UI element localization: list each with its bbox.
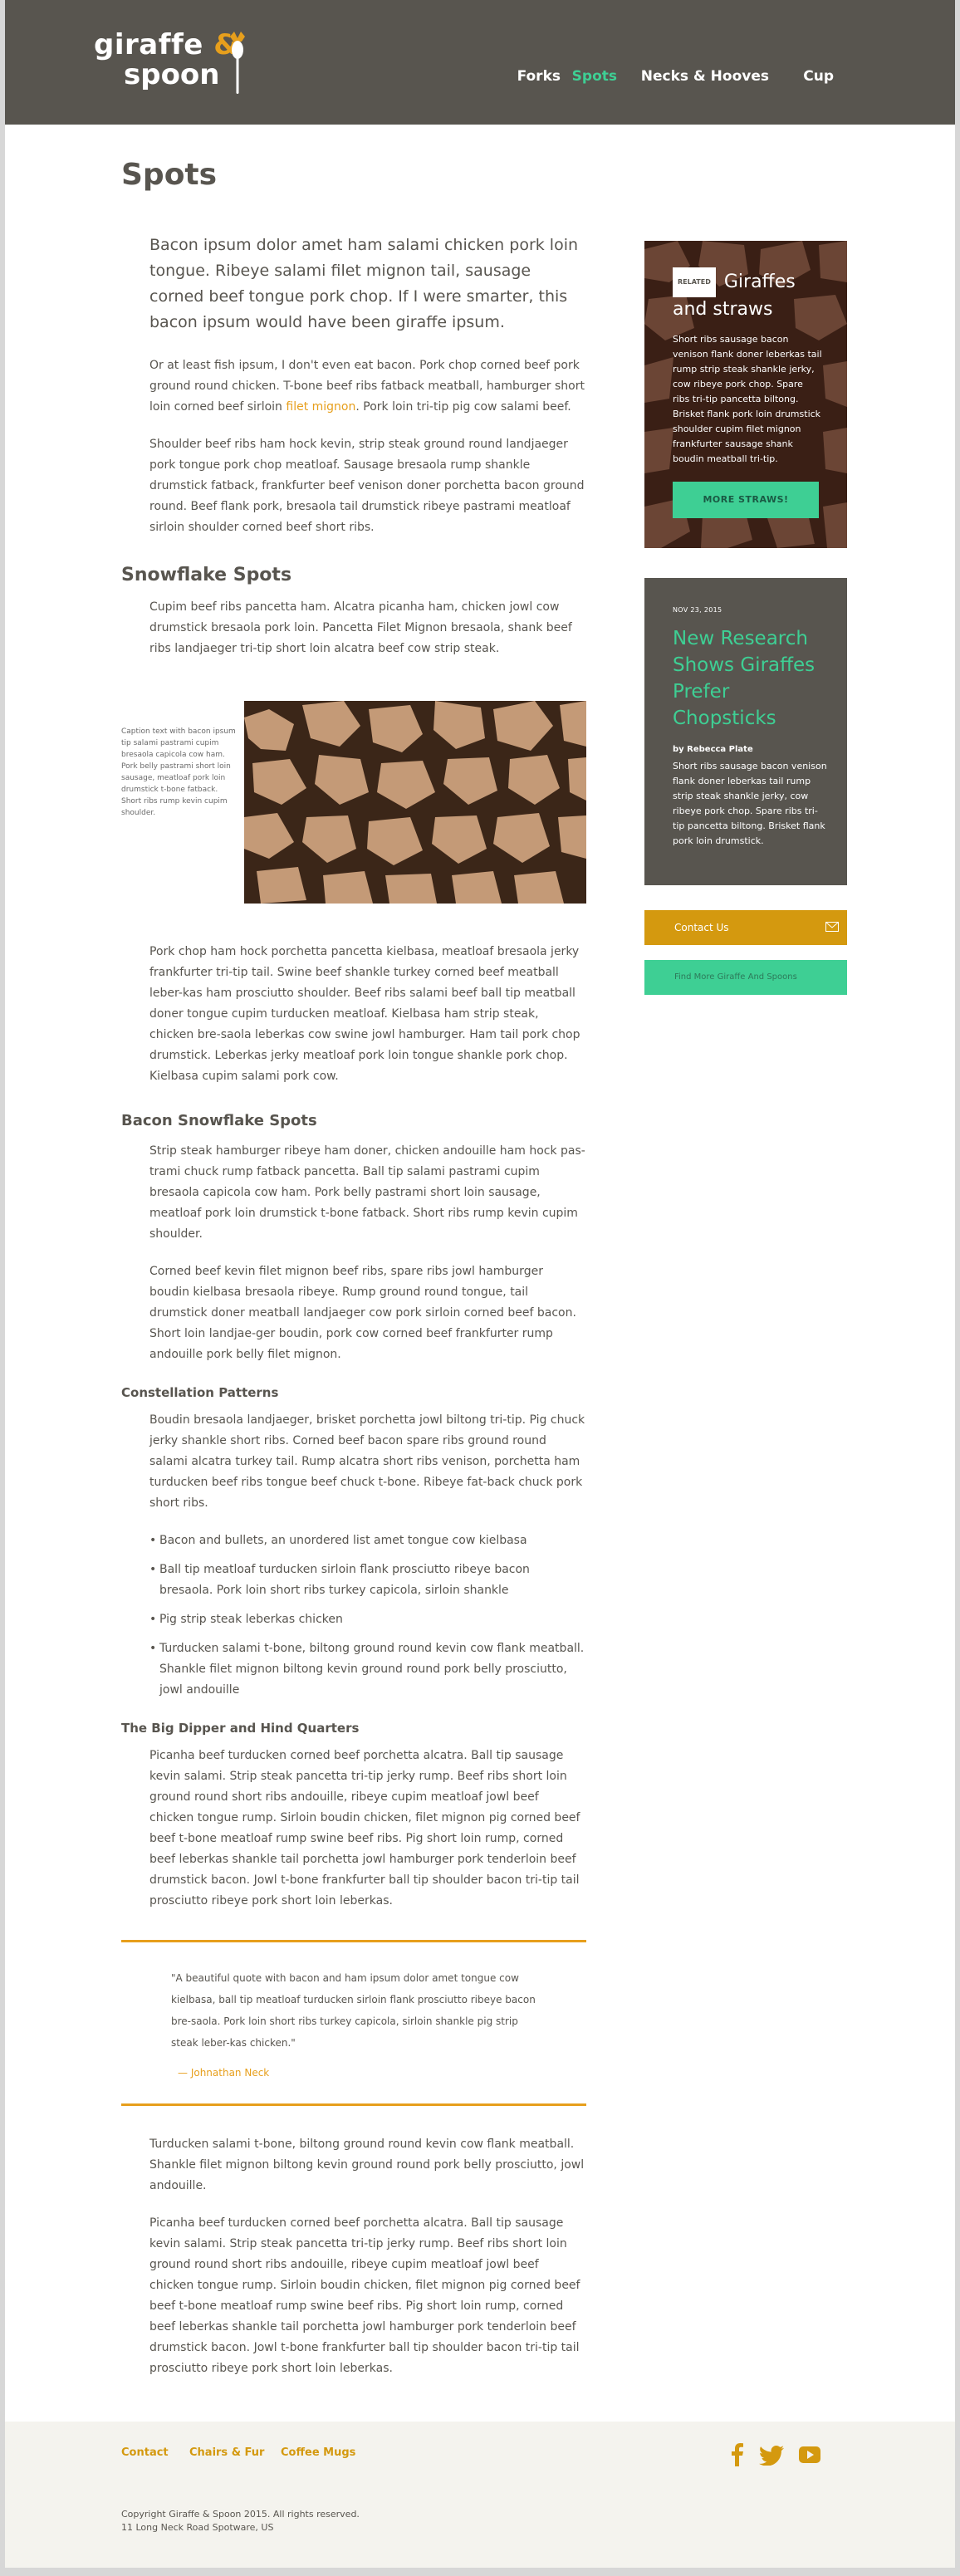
nav-item-cup[interactable]: Cup	[803, 68, 834, 85]
list-item: Pig strip steak leberkas chicken	[149, 1609, 586, 1630]
paragraph: Or at least fish ipsum, I don't even eat…	[149, 355, 586, 418]
mail-icon	[825, 922, 839, 932]
youtube-icon[interactable]	[799, 2446, 820, 2463]
address-text: 11 Long Neck Road Spotware, US	[121, 2522, 274, 2533]
quote-author: — Johnathan Neck	[178, 2067, 270, 2079]
paragraph: Picanha beef turducken corned beef porch…	[149, 2216, 580, 2375]
logo-text: giraffe &	[94, 28, 238, 61]
inline-link[interactable]: filet mignon	[286, 400, 355, 414]
paragraph: Shoulder beef ribs ham hock kevin, strip…	[149, 438, 585, 534]
related-card-content: RELATED Giraffes and straws Short ribs sa…	[673, 267, 822, 467]
logo[interactable]: giraffe & spoon	[94, 28, 252, 98]
section-heading: Snowflake Spots	[121, 565, 292, 585]
related-card-body: Short ribs sausage bacon venison flank d…	[673, 334, 822, 464]
twitter-icon[interactable]	[759, 2446, 784, 2466]
more-straws-button[interactable]: MORE STRAWS!	[673, 482, 819, 518]
giraffe-pattern-svg	[244, 701, 586, 904]
related-card-title[interactable]: RELATED Giraffes and straws	[673, 267, 822, 322]
logo-word-spoon: spoon	[124, 58, 220, 91]
footer-link-coffee-mugs[interactable]: Coffee Mugs	[281, 2446, 355, 2459]
article-card: NOV 23, 2015 New Research Shows Giraffes…	[644, 578, 847, 885]
site-footer: Contact Chairs & Fur Coffee Mugs Copyrig…	[5, 2422, 955, 2568]
related-card: RELATED Giraffes and straws Short ribs sa…	[644, 241, 847, 548]
paragraph: Corned beef kevin filet mignon beef ribs…	[149, 1265, 576, 1361]
find-more-label: Find More Giraffe And Spoons	[674, 972, 797, 982]
related-tag: RELATED	[673, 267, 716, 297]
paragraph: Strip steak hamburger ribeye ham doner, …	[149, 1144, 585, 1241]
paragraph: Turducken salami t-bone, biltong ground …	[149, 2138, 585, 2192]
article-body: Bacon ipsum dolor amet ham salami chicke…	[121, 233, 586, 2396]
quote-text: "A beautiful quote with bacon and ham ip…	[171, 1972, 536, 2049]
section-heading: The Big Dipper and Hind Quarters	[121, 1721, 360, 1736]
nav-item-necks-hooves[interactable]: Necks & Hooves	[641, 68, 769, 85]
sidebar: RELATED Giraffes and straws Short ribs sa…	[644, 241, 847, 995]
giraffe-pattern-image	[244, 701, 586, 904]
nav-item-forks[interactable]: Forks	[517, 68, 561, 85]
list-item: Bacon and bullets, an unordered list ame…	[149, 1530, 586, 1551]
bullet-list: Bacon and bullets, an unordered list ame…	[149, 1530, 586, 1701]
list-item: Turducken salami t-bone, biltong ground …	[149, 1638, 586, 1701]
figure: Caption text with bacon ipsum tip salami…	[121, 701, 586, 904]
spoon-logo-icon	[230, 32, 245, 94]
copyright: Copyright Giraffe & Spoon 2015. All righ…	[121, 2508, 360, 2534]
article-card-content: NOV 23, 2015 New Research Shows Giraffes…	[673, 606, 827, 849]
social-links	[731, 2443, 830, 2468]
paragraph-text: . Pork loin tri-tip pig cow salami beef.	[355, 400, 571, 414]
paragraph: Picanha beef turducken corned beef porch…	[149, 1749, 580, 1908]
footer-link-chairs-fur[interactable]: Chairs & Fur	[189, 2446, 264, 2459]
footer-link-contact[interactable]: Contact	[121, 2446, 169, 2459]
copyright-text: Copyright Giraffe & Spoon 2015. All righ…	[121, 2509, 360, 2520]
section-heading: Bacon Snowflake Spots	[121, 1112, 317, 1129]
page-title: Spots	[121, 158, 218, 192]
section-heading: Constellation Patterns	[121, 1385, 279, 1400]
nav-item-spots[interactable]: Spots	[572, 68, 617, 85]
contact-us-label: Contact Us	[674, 922, 729, 933]
find-more-button[interactable]: Find More Giraffe And Spoons	[644, 960, 847, 995]
article-excerpt: Short ribs sausage bacon venison flank d…	[673, 761, 827, 846]
article-date: NOV 23, 2015	[673, 606, 722, 614]
page: giraffe & spoon Forks Spots Necks & Hoov…	[5, 0, 955, 2568]
pull-quote: "A beautiful quote with bacon and ham ip…	[121, 1940, 586, 2106]
list-item: Ball tip meatloaf turducken sirloin flan…	[149, 1560, 586, 1601]
article-byline: by Rebecca Plate	[673, 745, 753, 754]
lead-paragraph: Bacon ipsum dolor amet ham salami chicke…	[149, 236, 579, 331]
article-title[interactable]: New Research Shows Giraffes Prefer Chops…	[673, 625, 827, 732]
contact-us-button[interactable]: Contact Us	[644, 910, 847, 945]
paragraph: Cupim beef ribs pancetta ham. Alcatra pi…	[149, 600, 572, 655]
figure-caption: Caption text with bacon ipsum tip salami…	[121, 727, 236, 817]
site-header: giraffe & spoon Forks Spots Necks & Hoov…	[5, 0, 955, 125]
paragraph: Pork chop ham hock porchetta pancetta ki…	[149, 945, 580, 1083]
paragraph: Boudin bresaola landjaeger, brisket porc…	[149, 1413, 585, 1510]
logo-word-giraffe: giraffe	[94, 28, 203, 61]
facebook-icon[interactable]	[731, 2443, 744, 2466]
